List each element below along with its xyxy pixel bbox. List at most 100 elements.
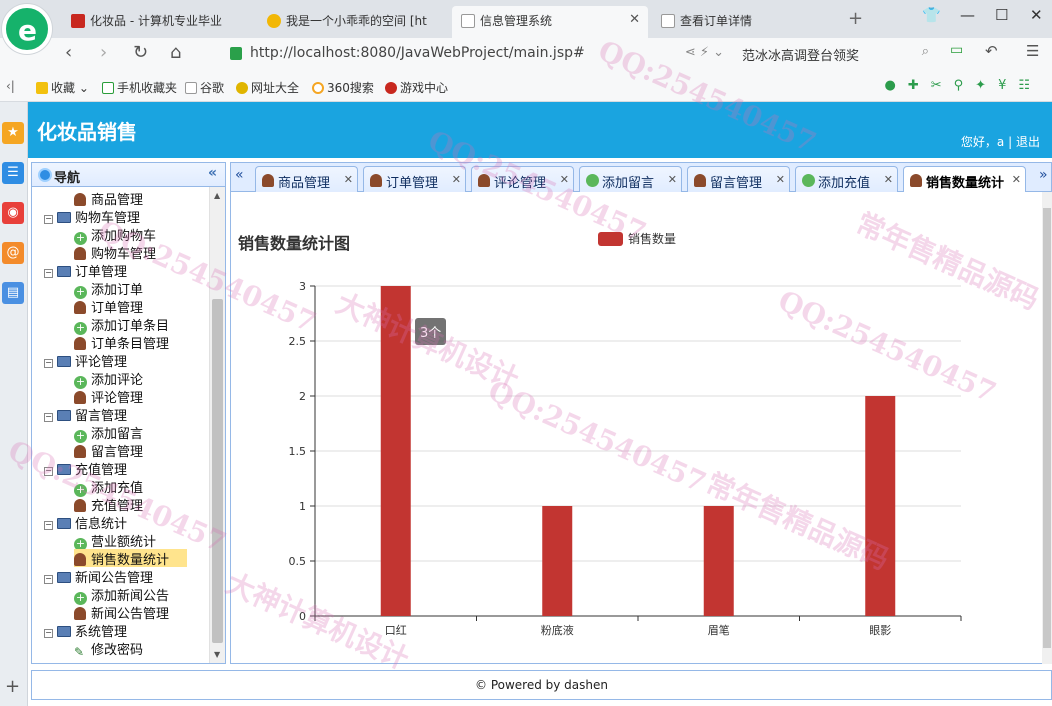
- tree-group[interactable]: − 评论管理: [44, 351, 127, 370]
- browser-tab-2[interactable]: 我是一个小乖乖的空间 [ht: [258, 6, 446, 38]
- notes-icon[interactable]: ▤: [2, 282, 24, 304]
- add-icon[interactable]: +: [5, 676, 20, 697]
- forward-icon[interactable]: ›: [100, 42, 107, 63]
- browser-tab-active[interactable]: 信息管理系统 ✕: [452, 6, 648, 38]
- collapse-toggle-icon[interactable]: −: [44, 575, 53, 584]
- tree-item[interactable]: ✎ 修改密码: [74, 639, 143, 659]
- mail-icon[interactable]: @: [2, 242, 24, 264]
- content-tab[interactable]: 商品管理 ✕: [255, 166, 358, 193]
- tree-group[interactable]: − 系统管理: [44, 621, 127, 640]
- tree-group[interactable]: − 新闻公告管理: [44, 567, 153, 586]
- content-tab[interactable]: 添加留言 ✕: [579, 166, 682, 193]
- content-tab[interactable]: 订单管理 ✕: [363, 166, 466, 193]
- page-icon: [185, 82, 197, 94]
- tree-item[interactable]: 评论管理: [74, 387, 143, 406]
- tree-group[interactable]: − 订单管理: [44, 261, 127, 280]
- close-tab-icon[interactable]: ✕: [344, 173, 353, 186]
- collapse-toggle-icon[interactable]: −: [44, 413, 53, 422]
- tree-item[interactable]: 订单管理: [74, 297, 143, 316]
- collapse-toggle-icon[interactable]: −: [44, 467, 53, 476]
- sidebar-toggle-icon[interactable]: ‹|: [6, 79, 15, 93]
- logout-link[interactable]: 退出: [1016, 135, 1040, 149]
- collapse-toggle-icon[interactable]: −: [44, 215, 53, 224]
- menu-icon[interactable]: ☰: [1026, 42, 1039, 60]
- scroll-down-icon[interactable]: ▼: [214, 650, 220, 659]
- content-tab[interactable]: 添加充值 ✕: [795, 166, 898, 193]
- browser-tab-4[interactable]: 查看订单详情: [652, 6, 840, 38]
- content-tab[interactable]: 留言管理 ✕: [687, 166, 790, 193]
- collapse-toggle-icon[interactable]: −: [44, 269, 53, 278]
- new-tab-icon[interactable]: +: [848, 8, 863, 29]
- bookmark-mobile[interactable]: 手机收藏夹: [102, 79, 177, 96]
- tree-item[interactable]: 购物车管理: [74, 243, 156, 262]
- weibo-icon[interactable]: ◉: [2, 202, 24, 224]
- tree-item[interactable]: 订单条目管理: [74, 333, 169, 352]
- tree-item[interactable]: 充值管理: [74, 495, 143, 514]
- nav-scrollbar[interactable]: ▲ ▼: [209, 187, 225, 663]
- bar: [542, 506, 573, 616]
- back-icon[interactable]: ‹: [65, 42, 72, 63]
- content-scroll-thumb[interactable]: [1043, 208, 1051, 648]
- bookmark-sites[interactable]: 网址大全: [236, 79, 299, 96]
- tree-group[interactable]: − 信息统计: [44, 513, 127, 532]
- close-tab-icon[interactable]: ✕: [452, 173, 461, 186]
- tree-item[interactable]: 留言管理: [74, 441, 143, 460]
- tree-item[interactable]: 销售数量统计: [74, 549, 188, 568]
- search-input[interactable]: 范冰冰高调登台领奖 ⌕: [740, 42, 935, 66]
- tree-item[interactable]: + 添加留言: [74, 423, 143, 443]
- tree-item[interactable]: + 添加充值: [74, 477, 143, 497]
- tree-label: 添加购物车: [91, 229, 157, 244]
- tree-item[interactable]: + 添加新闻公告: [74, 585, 169, 605]
- collapse-icon[interactable]: «: [208, 165, 217, 181]
- scroll-thumb[interactable]: [212, 299, 223, 643]
- tree-item[interactable]: 新闻公告管理: [74, 603, 169, 622]
- scroll-up-icon[interactable]: ▲: [214, 191, 220, 200]
- content-tab[interactable]: 销售数量统计 ✕: [903, 166, 1026, 194]
- share-icon[interactable]: ⋖ ⚡ ⌄: [685, 45, 724, 60]
- bookmark-favorites[interactable]: 收藏 ⌄: [36, 79, 89, 96]
- tab-scroll-left-icon[interactable]: «: [235, 167, 244, 183]
- favorites-sidebar-icon[interactable]: ★: [2, 122, 24, 144]
- tree-item[interactable]: + 添加订单: [74, 279, 143, 299]
- collapse-toggle-icon[interactable]: −: [44, 359, 53, 368]
- tree-item[interactable]: + 添加订单条目: [74, 315, 169, 335]
- close-tab-icon[interactable]: ✕: [668, 173, 677, 186]
- browser-tab-label: 我是一个小乖乖的空间 [ht: [286, 14, 427, 28]
- close-tab-icon[interactable]: ✕: [776, 173, 785, 186]
- tree-group[interactable]: − 购物车管理: [44, 207, 140, 226]
- content-scrollbar[interactable]: [1042, 192, 1052, 664]
- tree-group[interactable]: − 留言管理: [44, 405, 127, 424]
- shirt-icon[interactable]: 👕: [922, 6, 941, 24]
- close-tab-icon[interactable]: ✕: [560, 173, 569, 186]
- address-bar[interactable]: http://localhost:8080/JavaWebProject/mai…: [222, 42, 734, 66]
- tree-item[interactable]: + 营业额统计: [74, 531, 156, 551]
- browser-logo-icon[interactable]: e: [2, 4, 52, 54]
- tree-item[interactable]: + 添加评论: [74, 369, 143, 389]
- collapse-toggle-icon[interactable]: −: [44, 629, 53, 638]
- tree-group[interactable]: − 充值管理: [44, 459, 127, 478]
- battery-icon[interactable]: ▭: [950, 42, 963, 58]
- bookmark-games[interactable]: 游戏中心: [385, 79, 448, 96]
- y-tick-label: 0: [299, 610, 306, 623]
- close-tab-icon[interactable]: ✕: [629, 12, 640, 27]
- reload-icon[interactable]: ↻: [133, 42, 148, 63]
- close-tab-icon[interactable]: ✕: [884, 173, 893, 186]
- tab-scroll-right-icon[interactable]: »: [1039, 167, 1048, 183]
- tree-item[interactable]: 商品管理: [74, 189, 143, 208]
- tree-item[interactable]: + 添加购物车: [74, 225, 157, 245]
- home-icon[interactable]: ⌂: [170, 42, 181, 63]
- extension-icons[interactable]: ●✚✂⚲✦¥☷: [885, 78, 1042, 93]
- bookmark-360search[interactable]: 360搜索: [312, 79, 374, 96]
- list-sidebar-icon[interactable]: ☰: [2, 162, 24, 184]
- content-tab[interactable]: 评论管理 ✕: [471, 166, 574, 193]
- maximize-icon[interactable]: ☐: [995, 6, 1008, 24]
- minimize-icon[interactable]: —: [960, 6, 975, 24]
- close-window-icon[interactable]: ✕: [1030, 6, 1043, 24]
- undo-icon[interactable]: ↶: [985, 42, 998, 60]
- search-icon[interactable]: ⌕: [922, 44, 929, 59]
- collapse-toggle-icon[interactable]: −: [44, 521, 53, 530]
- close-tab-icon[interactable]: ✕: [1012, 173, 1021, 186]
- browser-tab-1[interactable]: 化妆品 - 计算机专业毕业: [62, 6, 252, 38]
- bookmark-google[interactable]: 谷歌: [185, 79, 224, 96]
- x-tick-label: 眼影: [869, 624, 891, 637]
